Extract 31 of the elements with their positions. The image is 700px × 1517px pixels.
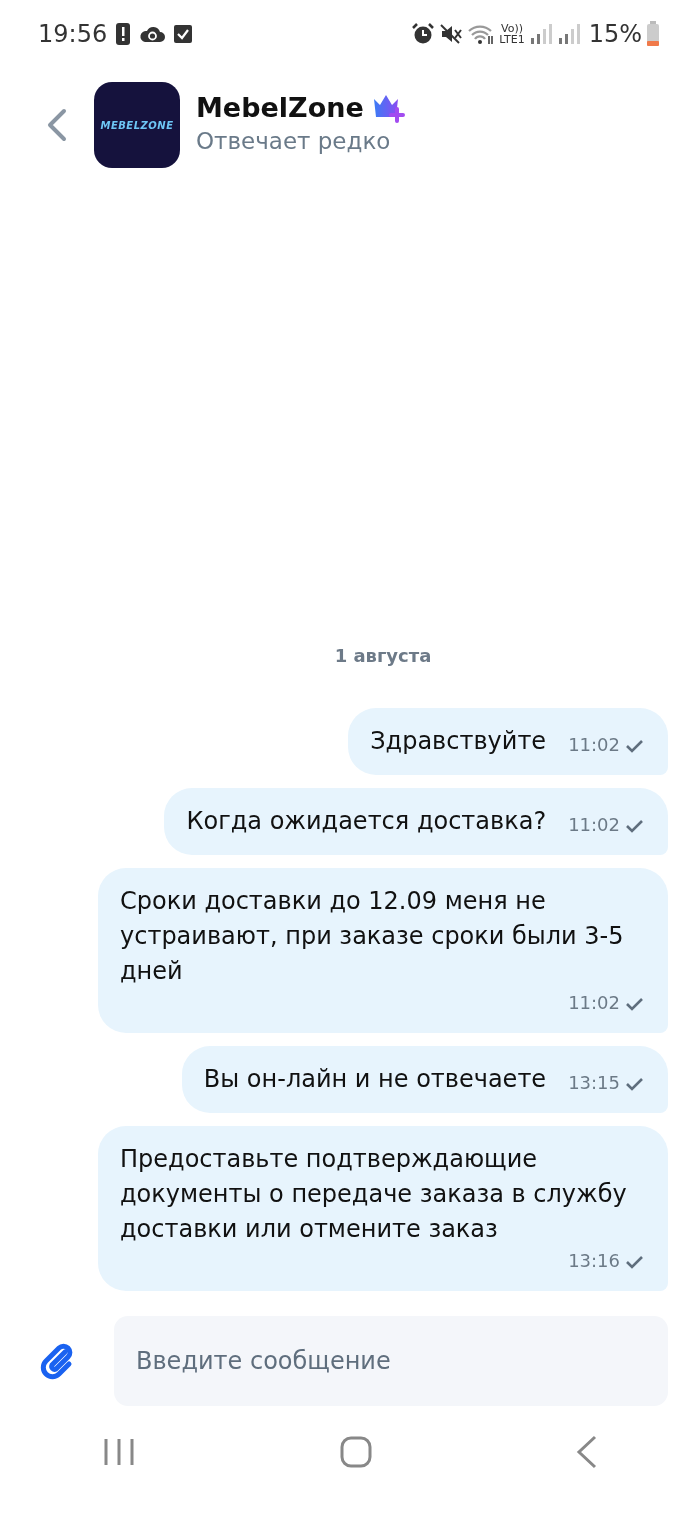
message-text: Предоставьте подтверждающие документы о передаче заказа в службу доставки или отмените заказ xyxy=(120,1144,628,1245)
avatar-logo: MEBELZONE xyxy=(94,82,180,168)
home-icon[interactable] xyxy=(340,1436,372,1468)
date-label: 1 августа xyxy=(334,644,432,668)
mute-icon xyxy=(439,22,464,46)
message-time: 11:02 xyxy=(568,991,620,1015)
message-time: 11:02 xyxy=(568,813,620,837)
clock-text: 19:56 xyxy=(38,19,108,50)
recent-apps-icon[interactable] xyxy=(102,1437,136,1467)
battery-text: 15% xyxy=(588,19,642,50)
battery-icon xyxy=(646,21,660,47)
cloud-sync-icon xyxy=(139,24,166,44)
message-time: 13:15 xyxy=(568,1071,620,1095)
volte-text: LTE1 xyxy=(499,34,525,45)
volte-text: Vo)) xyxy=(501,23,523,34)
alarm-icon xyxy=(411,22,436,46)
message-input[interactable]: Введите сообщение xyxy=(114,1316,668,1406)
message-text: Когда ожидается доставка? xyxy=(186,806,547,837)
message-text: Здравствуйте xyxy=(370,726,547,757)
alert-icon xyxy=(115,22,132,46)
back-icon[interactable] xyxy=(576,1435,598,1469)
checkbox-icon xyxy=(173,24,194,44)
message-text: Вы он-лайн и не отвечаете xyxy=(203,1064,547,1095)
message-time: 13:16 xyxy=(568,1249,620,1273)
contact-name: MebelZone xyxy=(196,91,364,124)
contact-status: Отвечает редко xyxy=(196,126,392,156)
message-time: 11:02 xyxy=(568,733,620,757)
signal-icon xyxy=(528,22,553,46)
message-text: Сроки доставки до 12.09 меня не устраивают, при заказе сроки были 3-5 дней xyxy=(120,886,625,987)
wifi-icon xyxy=(467,23,496,45)
signal-icon xyxy=(556,22,581,46)
